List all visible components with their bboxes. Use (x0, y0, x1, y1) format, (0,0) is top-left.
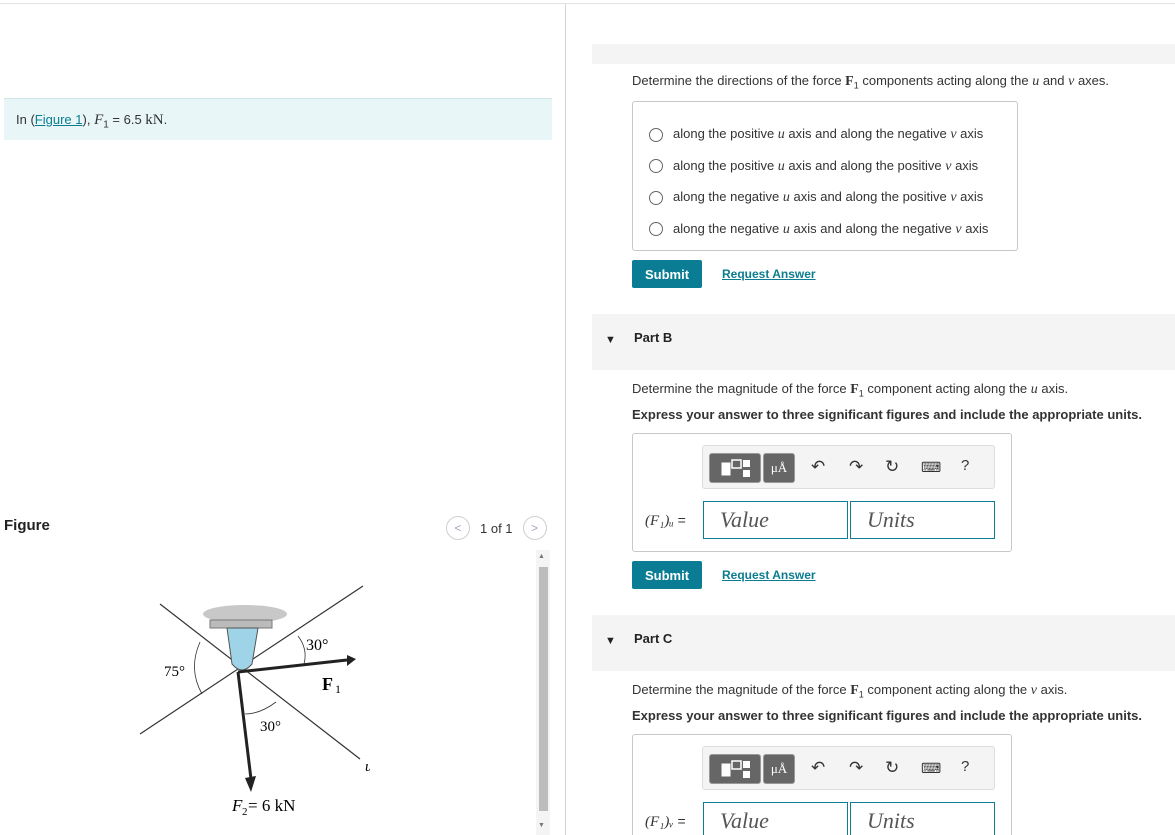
part-a-question: Determine the directions of the force F1… (632, 73, 1110, 91)
F2-label-sub: 2 (242, 806, 248, 818)
prev-figure-button[interactable]: < (446, 516, 470, 540)
part-b-submit-button[interactable]: Submit (632, 561, 702, 589)
option-label: along the negative u axis and along the … (673, 220, 989, 237)
part-c-question: Determine the magnitude of the force F1 … (632, 682, 1068, 700)
part-c-answer-box: μÅ ↶ ↷ ↻ ⌨ ? (F₁)ᵥ = Value Units (632, 734, 1012, 835)
mount-plate (209, 619, 273, 629)
part-c-instruction: Express your answer to three significant… (632, 708, 1142, 723)
scroll-thumb[interactable] (539, 567, 548, 811)
reset-icon[interactable]: ↻ (885, 457, 899, 477)
undo-icon[interactable]: ↶ (811, 457, 825, 477)
right-panel: Determine the directions of the force F1… (566, 4, 1175, 835)
collapse-triangle-icon[interactable]: ▼ (605, 334, 616, 346)
radio-button[interactable] (649, 190, 663, 205)
arc-75 (194, 641, 203, 695)
bracket (226, 627, 259, 671)
figure-pager: < 1 of 1 > (446, 516, 547, 540)
part-c-units-input[interactable]: Units (850, 802, 995, 835)
chevron-right-icon: > (531, 521, 539, 535)
options-box: along the positive u axis and along the … (632, 101, 1018, 251)
problem-eq: = 6.5 (108, 112, 146, 127)
force-var: F (94, 112, 104, 128)
part-b-instruction: Express your answer to three significant… (632, 407, 1142, 422)
option-3[interactable]: along the negative u axis and along the … (633, 182, 1017, 214)
part-c-value-input[interactable]: Value (703, 802, 848, 835)
u-axis-label: u (365, 759, 370, 775)
F1-line (237, 658, 348, 674)
option-label: along the negative u axis and along the … (673, 189, 984, 206)
problem-prefix: In ( (16, 112, 35, 127)
problem-unit: kN (145, 112, 164, 128)
figure-link[interactable]: Figure 1 (35, 112, 83, 127)
figure-scrollbar[interactable]: ▲ ▼ (536, 550, 550, 835)
part-a-header-strip (592, 44, 1175, 64)
F1-arrowhead (347, 655, 356, 666)
arc-30-bottom (244, 701, 277, 715)
math-toolbar: μÅ ↶ ↷ ↻ ⌨ ? (702, 445, 995, 489)
angle-30-top: 30° (306, 637, 328, 654)
part-b-value-input[interactable]: Value (703, 501, 848, 539)
F2-value: = 6 kN (248, 796, 295, 815)
part-b-answer-box: μÅ ↶ ↷ ↻ ⌨ ? (F₁)ᵤ = Value Units (632, 433, 1012, 552)
part-c-eq-label: (F₁)ᵥ = (645, 813, 686, 830)
units-symbol-button[interactable]: μÅ (763, 754, 795, 784)
angle-75: 75° (164, 664, 185, 680)
help-icon[interactable]: ? (961, 457, 969, 474)
templates-icon[interactable] (709, 453, 761, 483)
part-c-header[interactable]: ▼ Part C (592, 615, 1175, 671)
redo-icon[interactable]: ↷ (849, 758, 863, 778)
part-a-request-answer-link[interactable]: Request Answer (722, 267, 816, 281)
part-b-request-answer-link[interactable]: Request Answer (722, 568, 816, 582)
F1-label-sub: 1 (335, 682, 341, 696)
math-toolbar: μÅ ↶ ↷ ↻ ⌨ ? (702, 746, 995, 790)
radio-button[interactable] (649, 222, 663, 237)
figure-label: Figure (4, 517, 50, 534)
option-2[interactable]: along the positive u axis and along the … (633, 151, 1017, 183)
undo-icon[interactable]: ↶ (811, 758, 825, 778)
radio-button[interactable] (649, 159, 663, 174)
redo-icon[interactable]: ↷ (849, 457, 863, 477)
force-diagram: v u 30° 75° 30° F 1 F 2 = 6 kN (139, 585, 370, 818)
part-a-submit-button[interactable]: Submit (632, 260, 702, 288)
collapse-triangle-icon[interactable]: ▼ (605, 635, 616, 647)
problem-dot: . (163, 112, 168, 127)
part-b-units-input[interactable]: Units (850, 501, 995, 539)
radio-button[interactable] (649, 127, 663, 142)
option-1[interactable]: along the positive u axis and along the … (633, 119, 1017, 151)
left-panel: In (Figure 1), F1 = 6.5 kN. Figure < 1 o… (0, 4, 565, 835)
keyboard-icon[interactable]: ⌨ (921, 459, 941, 476)
part-b-question: Determine the magnitude of the force F1 … (632, 381, 1069, 399)
option-label: along the positive u axis and along the … (673, 157, 979, 174)
angle-30-bottom: 30° (260, 719, 281, 735)
reset-icon[interactable]: ↻ (885, 758, 899, 778)
pager-text: 1 of 1 (480, 520, 513, 536)
problem-statement: In (Figure 1), F1 = 6.5 kN. (4, 98, 552, 140)
keyboard-icon[interactable]: ⌨ (921, 760, 941, 777)
F1-label: F (322, 674, 333, 694)
help-icon[interactable]: ? (961, 758, 969, 775)
part-b-eq-label: (F₁)ᵤ = (645, 512, 686, 529)
F2-arrowhead (245, 776, 256, 792)
part-b-title: Part B (634, 330, 673, 345)
scroll-down-icon[interactable]: ▼ (538, 822, 545, 829)
problem-suffix: ), (82, 112, 95, 127)
units-symbol-button[interactable]: μÅ (763, 453, 795, 483)
scroll-up-icon[interactable]: ▲ (538, 553, 545, 560)
part-b-header[interactable]: ▼ Part B (592, 314, 1175, 370)
next-figure-button[interactable]: > (522, 516, 547, 540)
option-label: along the positive u axis and along the … (673, 126, 984, 143)
F2-line (236, 671, 253, 780)
templates-icon[interactable] (709, 754, 761, 784)
chevron-left-icon: < (454, 521, 462, 535)
part-c-title: Part C (634, 631, 673, 646)
option-4[interactable]: along the negative u axis and along the … (633, 214, 1017, 246)
arc-30-top (297, 635, 306, 665)
